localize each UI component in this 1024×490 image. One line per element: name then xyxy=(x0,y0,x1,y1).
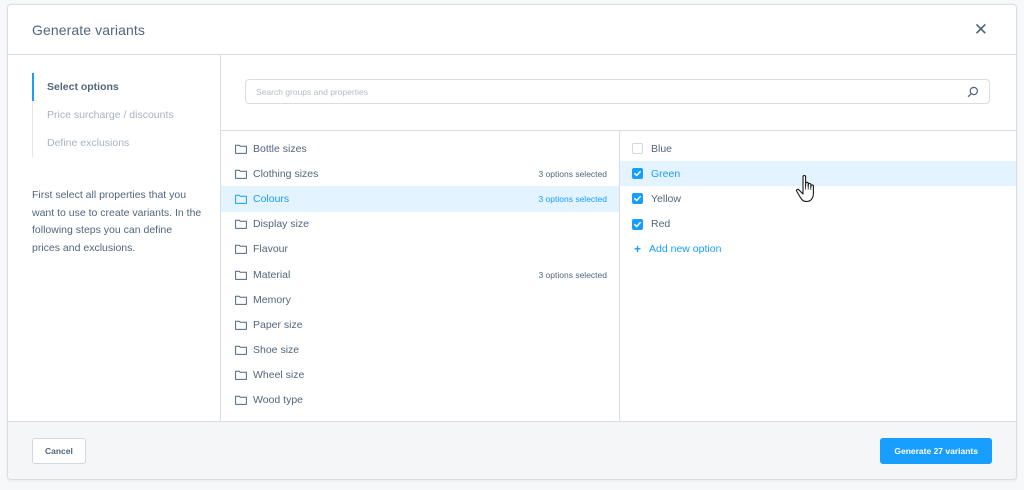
folder-icon xyxy=(235,370,247,381)
group-left: Wheel size xyxy=(235,369,304,381)
option-label: Green xyxy=(651,167,681,180)
property-group-row[interactable]: Wood type xyxy=(221,388,619,413)
group-left: Clothing sizes xyxy=(235,168,318,180)
folder-icon xyxy=(235,320,247,330)
property-group-row[interactable]: Shoe size xyxy=(221,338,619,363)
option-row[interactable]: Blue xyxy=(620,136,1016,161)
check-icon xyxy=(633,169,642,178)
property-group-row[interactable]: Bottle sizes xyxy=(221,136,619,161)
modal-footer: Cancel Generate 27 variants xyxy=(8,421,1016,479)
group-label: Wheel size xyxy=(253,369,305,382)
option-checkbox[interactable] xyxy=(632,143,643,155)
property-group-row[interactable]: Material 3 options selected xyxy=(221,262,619,287)
option-checkbox[interactable] xyxy=(632,168,643,180)
option-row[interactable]: Green xyxy=(620,161,1016,187)
property-group-row[interactable]: Display size xyxy=(221,212,619,237)
group-selection-count: 3 options selected xyxy=(538,168,607,179)
close-icon[interactable]: ✕ xyxy=(970,19,992,40)
group-selection-count: 3 options selected xyxy=(538,269,607,280)
check-icon xyxy=(633,220,642,229)
folder-icon xyxy=(235,169,247,179)
help-text: First select all properties that you wan… xyxy=(32,189,202,254)
folder-icon xyxy=(235,395,247,406)
group-label: Bottle sizes xyxy=(253,142,307,155)
add-new-option-button[interactable]: + Add new option xyxy=(620,237,1016,262)
property-group-row[interactable]: Colours 3 options selected xyxy=(221,186,619,212)
property-group-list: Bottle sizes Clothing sizes 3 options sele… xyxy=(221,131,620,423)
group-left: Material xyxy=(235,269,290,281)
step-select-options[interactable]: Select options xyxy=(32,73,220,101)
option-label: Red xyxy=(651,218,671,231)
lists: Bottle sizes Clothing sizes 3 options sele… xyxy=(221,131,1016,423)
step-price-surcharge[interactable]: Price surcharge / discounts xyxy=(33,101,220,129)
group-left: Display size xyxy=(235,218,309,230)
folder-icon xyxy=(235,244,247,255)
modal-title: Generate variants xyxy=(32,21,145,38)
group-left: Flavour xyxy=(235,243,288,255)
group-label: Display size xyxy=(253,218,310,231)
group-left: Memory xyxy=(235,294,291,306)
group-label: Material xyxy=(253,268,291,281)
folder-icon xyxy=(235,270,247,280)
property-group-row[interactable]: Memory xyxy=(221,287,619,312)
search-box[interactable] xyxy=(245,79,990,104)
group-label: Wood type xyxy=(253,394,304,407)
property-group-row[interactable]: Wheel size xyxy=(221,363,619,388)
modal-body: Select options Price surcharge / discoun… xyxy=(8,55,1016,423)
group-left: Wood type xyxy=(235,394,303,406)
folder-icon xyxy=(235,194,247,204)
folder-icon xyxy=(235,144,247,154)
search-input[interactable] xyxy=(256,86,907,97)
group-label: Shoe size xyxy=(253,344,300,357)
property-group-row[interactable]: Clothing sizes 3 options selected xyxy=(221,161,619,186)
folder-icon xyxy=(235,345,247,355)
step-define-exclusions[interactable]: Define exclusions xyxy=(33,129,220,157)
option-label: Blue xyxy=(651,142,673,155)
group-label: Clothing sizes xyxy=(253,167,319,180)
group-left: Bottle sizes xyxy=(235,143,307,155)
modal-header: Generate variants ✕ xyxy=(8,5,1016,55)
group-selection-count: 3 options selected xyxy=(538,193,607,204)
steps-nav: Select options Price surcharge / discoun… xyxy=(32,73,220,157)
option-label: Yellow xyxy=(651,192,681,205)
check-icon xyxy=(633,194,642,203)
group-left: Shoe size xyxy=(235,344,299,356)
search-area xyxy=(221,55,1016,131)
group-label: Paper size xyxy=(253,318,303,331)
property-group-row[interactable]: Flavour xyxy=(221,237,619,262)
group-label: Memory xyxy=(253,293,291,306)
folder-icon xyxy=(235,219,247,230)
option-list: Blue Green Yellow Red + Add new option xyxy=(620,131,1016,423)
add-option-label: Add new option xyxy=(649,243,722,256)
group-label: Colours xyxy=(253,192,290,205)
generate-variants-button[interactable]: Generate 27 variants xyxy=(880,437,992,464)
sidebar: Select options Price surcharge / discoun… xyxy=(8,55,221,423)
plus-icon: + xyxy=(634,242,642,257)
group-label: Flavour xyxy=(253,243,289,256)
property-group-row[interactable]: Paper size xyxy=(221,312,619,337)
option-checkbox[interactable] xyxy=(632,193,643,205)
cancel-button[interactable]: Cancel xyxy=(32,437,86,464)
folder-icon xyxy=(235,295,247,305)
option-checkbox[interactable] xyxy=(632,218,643,230)
search-icon[interactable] xyxy=(967,86,979,98)
group-left: Colours xyxy=(235,193,289,205)
group-left: Paper size xyxy=(235,319,303,331)
option-row[interactable]: Yellow xyxy=(620,186,1016,211)
generate-variants-modal: Generate variants ✕ Select options Price… xyxy=(7,4,1017,480)
main-content: Bottle sizes Clothing sizes 3 options sele… xyxy=(221,55,1016,423)
option-row[interactable]: Red xyxy=(620,212,1016,237)
